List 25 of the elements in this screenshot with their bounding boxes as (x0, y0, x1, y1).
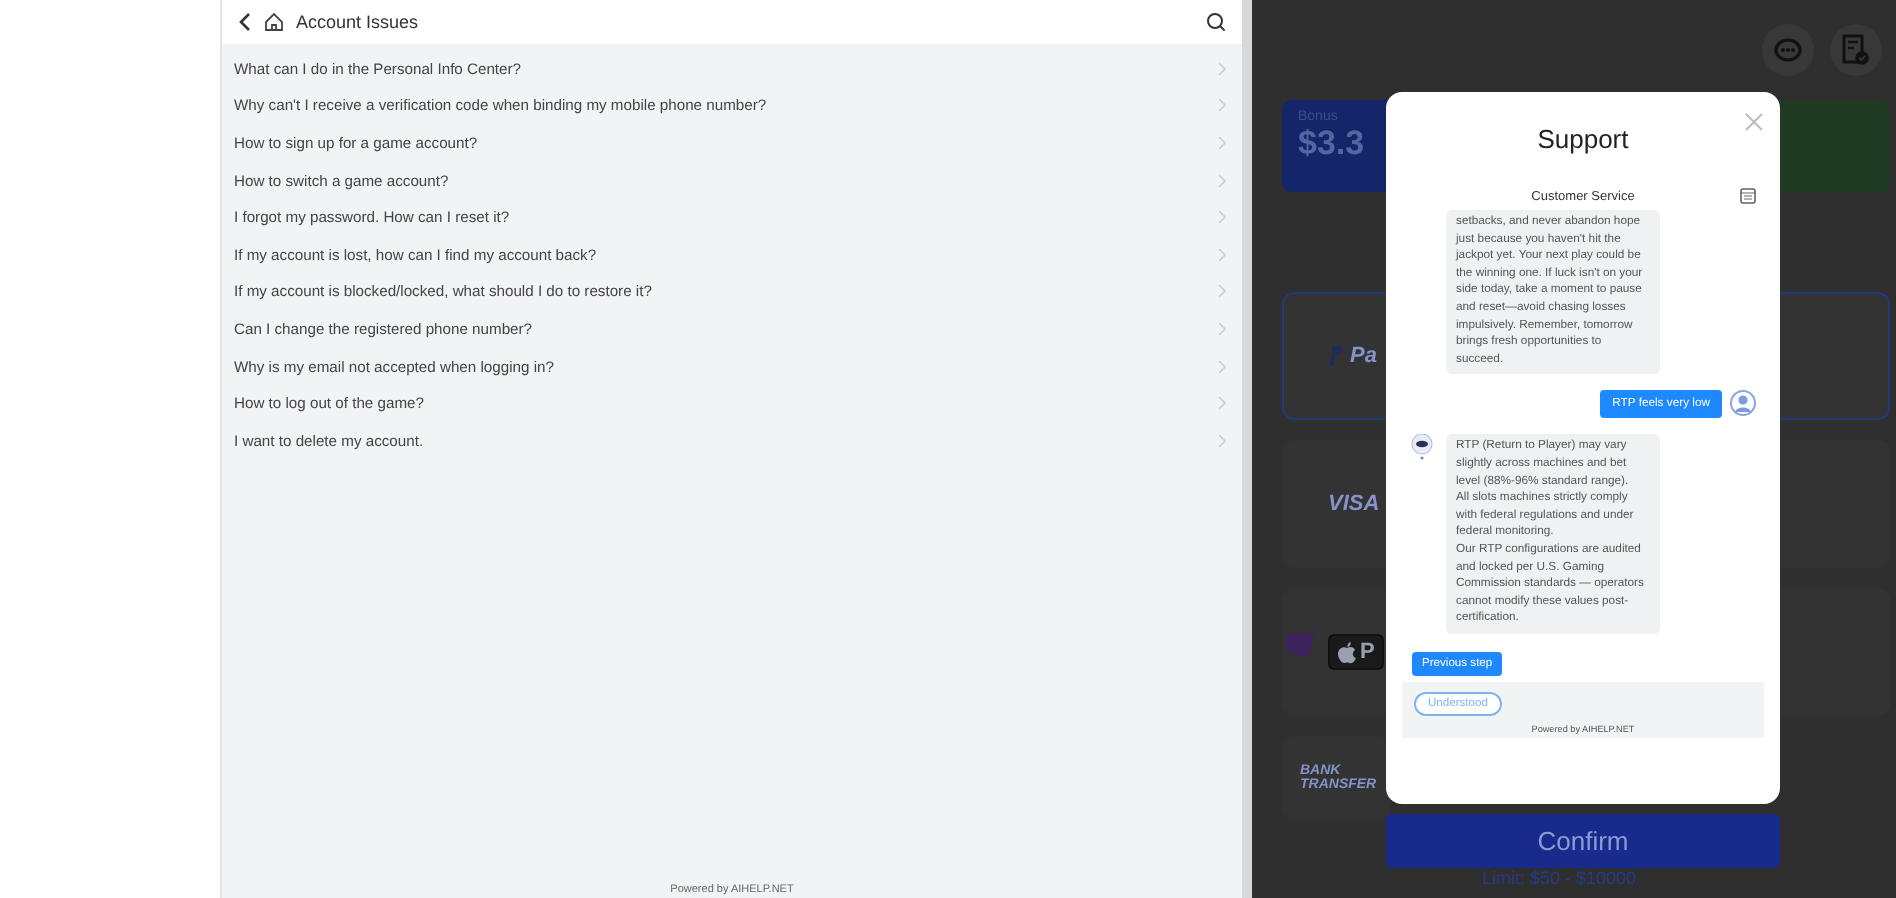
payment-label: Pa (1350, 344, 1377, 368)
chevron-right-icon (1218, 173, 1226, 188)
chevron-right-icon (1218, 359, 1226, 374)
home-icon[interactable] (264, 12, 284, 32)
bonus-amount: $3.3 (1298, 124, 1367, 164)
chevron-right-icon (1218, 396, 1226, 411)
search-icon[interactable] (1206, 12, 1226, 32)
chevron-right-icon (1218, 284, 1226, 299)
back-icon[interactable] (238, 12, 252, 32)
apple-logo-icon (1338, 641, 1356, 663)
chevron-right-icon (1218, 247, 1226, 262)
chevron-right-icon (1218, 135, 1226, 150)
limit-text: Limit: $50 - $10000 (1482, 868, 1637, 888)
apple-pay-badge: P (1328, 634, 1385, 670)
payment-label: VISA (1328, 492, 1380, 516)
page-title: Account Issues (296, 12, 421, 32)
chevron-right-icon (1218, 433, 1226, 448)
paypal-logo-icon (1328, 346, 1344, 366)
chevron-right-icon (1218, 98, 1226, 113)
calendar-icon[interactable] (1740, 188, 1756, 204)
confirm-button[interactable]: Confirm (1386, 814, 1780, 868)
chevron-right-icon (1218, 321, 1226, 336)
dialog-title: Support (1537, 124, 1629, 154)
chevron-right-icon (1218, 61, 1226, 76)
chevron-right-icon (1218, 210, 1226, 225)
